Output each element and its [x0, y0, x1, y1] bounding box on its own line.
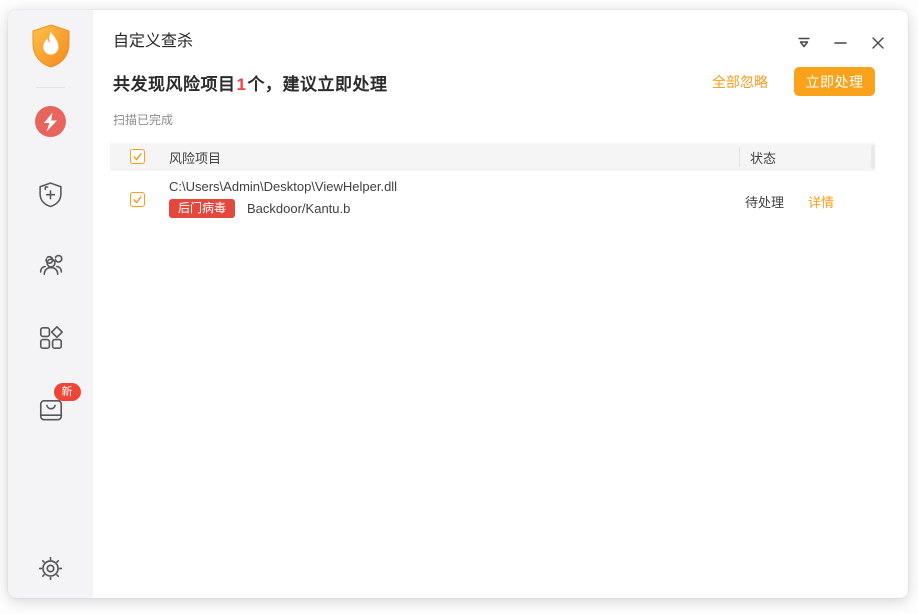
- sidebar-item-upgrade[interactable]: 新: [8, 383, 93, 424]
- threat-info: 后门病毒 Backdoor/Kantu.b: [169, 199, 350, 218]
- minimize-icon[interactable]: [832, 34, 849, 51]
- sidebar-divider: [36, 87, 65, 88]
- users-icon: [37, 251, 65, 279]
- risk-count: 1: [236, 75, 247, 94]
- app-logo: [8, 24, 93, 68]
- sidebar-item-toolbox[interactable]: [8, 324, 93, 352]
- threat-name: Backdoor/Kantu.b: [247, 201, 351, 216]
- detail-link[interactable]: 详情: [808, 192, 834, 211]
- sidebar: 新: [8, 10, 93, 598]
- main-panel: 自定义查杀 共发现风险项目1个，建议立即处理 全部忽略 立即处理 扫描已完成 风…: [93, 10, 908, 598]
- risk-table: 风险项目 状态 C:\Users\Admin\Desktop\ViewHelpe…: [110, 143, 875, 228]
- app-window: 新 自定义查杀 共发现风险项目1个，建议立即处理 全部忽略 立即处理 扫描已完成…: [8, 10, 908, 598]
- sidebar-item-settings[interactable]: [8, 556, 93, 581]
- table-row: C:\Users\Admin\Desktop\ViewHelper.dll 后门…: [110, 171, 875, 228]
- threat-type-badge: 后门病毒: [169, 199, 236, 218]
- window-controls: [795, 34, 886, 51]
- close-icon[interactable]: [869, 34, 886, 51]
- status-text: 待处理: [745, 195, 785, 210]
- scan-status-text: 扫描已完成: [113, 113, 174, 127]
- ignore-all-link[interactable]: 全部忽略: [712, 72, 768, 92]
- virus-scan-lightning-icon: [35, 106, 66, 137]
- brand-shield-flame-logo-icon: [31, 24, 71, 68]
- new-badge: 新: [53, 383, 81, 401]
- sidebar-item-protection[interactable]: [8, 181, 93, 208]
- risk-summary-suffix: 个，建议立即处理: [247, 75, 388, 94]
- scrollbar[interactable]: [871, 145, 875, 169]
- hide-to-tray-icon[interactable]: [795, 34, 812, 51]
- column-divider: [739, 147, 740, 167]
- settings-gear-icon: [38, 556, 63, 581]
- select-all-checkbox[interactable]: [130, 149, 145, 164]
- toolbox-grid-icon: [37, 324, 65, 352]
- risk-summary: 共发现风险项目1个，建议立即处理: [113, 70, 387, 95]
- shield-plus-icon: [37, 181, 64, 208]
- handle-now-button[interactable]: 立即处理: [794, 67, 875, 96]
- table-header: 风险项目 状态: [110, 143, 875, 171]
- column-header-status: 状态: [750, 150, 777, 166]
- sidebar-item-virus-scan[interactable]: [8, 106, 93, 137]
- row-checkbox[interactable]: [130, 192, 145, 207]
- sidebar-item-community[interactable]: [8, 251, 93, 279]
- summary-actions: 全部忽略 立即处理: [712, 67, 875, 96]
- column-header-risk-item: 风险项目: [169, 150, 222, 166]
- risk-file-path: C:\Users\Admin\Desktop\ViewHelper.dll: [169, 179, 398, 194]
- page-title: 自定义查杀: [113, 33, 194, 50]
- risk-summary-prefix: 共发现风险项目: [113, 75, 236, 94]
